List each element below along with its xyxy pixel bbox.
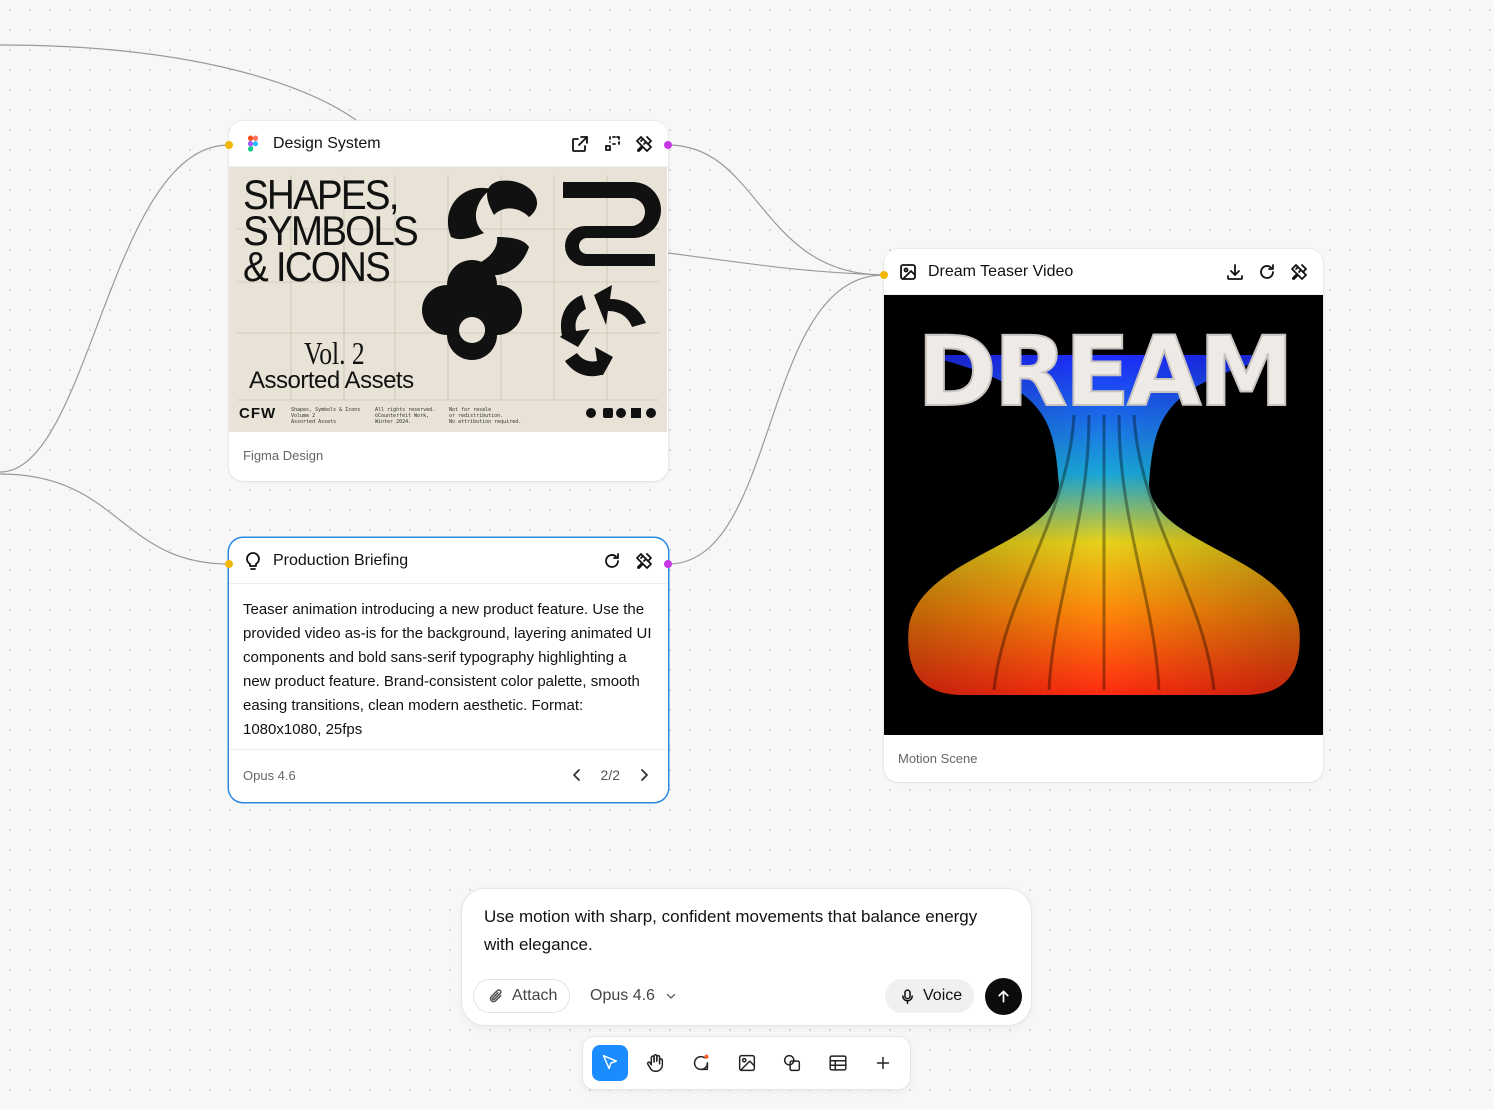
dream-artwork-text: DREAM	[917, 316, 1291, 428]
wire-offscreen-top	[0, 44, 357, 121]
comment-icon	[693, 1054, 709, 1071]
wire-poster-to-dream	[667, 252, 885, 276]
shapes-tool[interactable]	[774, 1045, 810, 1081]
output-port[interactable]	[664, 141, 672, 149]
chevron-down-icon	[661, 986, 681, 1006]
image-icon	[738, 1054, 755, 1072]
wire-design-to-dream	[667, 144, 885, 276]
arrow-up-icon	[998, 990, 1009, 1003]
frame-select-icon[interactable]	[602, 134, 622, 154]
voice-label: Voice	[923, 987, 963, 1004]
input-port[interactable]	[225, 141, 233, 149]
pager-count: 2/2	[600, 767, 620, 783]
arrows-shape	[560, 285, 646, 377]
node-footer: Figma Design	[243, 447, 324, 463]
tools-icon[interactable]	[634, 134, 654, 154]
pager: 2/2	[567, 765, 654, 785]
dream-artwork: DREAM	[908, 315, 1300, 695]
output-port[interactable]	[664, 560, 672, 568]
node-title: Dream Teaser Video	[928, 262, 1074, 280]
dream-teaser-video-node[interactable]: Dream Teaser Video DREAM Motion Scene	[884, 249, 1323, 782]
lightbulb-icon	[243, 551, 263, 571]
cursor-icon	[602, 1054, 617, 1070]
hand-tool[interactable]	[638, 1045, 674, 1081]
hand-icon	[647, 1054, 664, 1072]
image-tool[interactable]	[729, 1045, 765, 1081]
refresh-icon[interactable]	[602, 551, 622, 571]
poster-credits: Not for resale or redistribution. No att…	[449, 407, 522, 425]
plus-icon	[877, 1056, 890, 1070]
loop-shape	[563, 182, 661, 266]
image-icon	[898, 262, 918, 282]
node-header[interactable]: Dream Teaser Video	[884, 249, 1323, 295]
flower-shape	[422, 260, 522, 360]
production-briefing-node[interactable]: Production Briefing Teaser animation int…	[229, 538, 668, 802]
tools-icon[interactable]	[1289, 262, 1309, 282]
wire-briefing-to-dream	[667, 274, 885, 565]
voice-button[interactable]: Voice	[885, 979, 975, 1013]
model-label: Opus 4.6	[243, 767, 296, 783]
model-selector[interactable]: Opus 4.6	[578, 979, 693, 1013]
attach-button[interactable]: Attach	[473, 979, 571, 1013]
canvas-toolbar	[582, 1036, 911, 1090]
node-footer: Motion Scene	[898, 750, 978, 766]
table-tool[interactable]	[820, 1045, 856, 1081]
table-icon	[829, 1055, 847, 1071]
model-selector-label: Opus 4.6	[590, 987, 655, 1004]
send-button[interactable]	[985, 978, 1022, 1015]
poster-brand: CFW	[239, 405, 277, 422]
chevron-right-icon[interactable]	[634, 765, 654, 785]
design-system-node[interactable]: Design System SHAPES, SYMBOLS & ICONS Vo…	[229, 121, 668, 481]
figma-icon	[243, 134, 263, 154]
wire-offscreen-to-briefing	[0, 473, 230, 565]
download-icon[interactable]	[1225, 262, 1245, 282]
refresh-icon[interactable]	[1257, 262, 1277, 282]
wire-offscreen-to-design	[0, 144, 230, 473]
external-link-icon[interactable]	[570, 134, 590, 154]
input-port[interactable]	[225, 560, 233, 568]
design-system-preview[interactable]: SHAPES, SYMBOLS & ICONS Vol. 2 Assorted …	[229, 167, 667, 432]
microphone-icon	[897, 986, 917, 1006]
chat-composer[interactable]: Use motion with sharp, confident movemen…	[461, 888, 1032, 1026]
prompt-input[interactable]: Use motion with sharp, confident movemen…	[484, 903, 1004, 959]
comment-tool[interactable]	[683, 1045, 719, 1081]
node-header[interactable]: Production Briefing	[229, 538, 668, 584]
poster-headline-line: & ICONS	[243, 243, 391, 290]
shapes-icon	[784, 1054, 801, 1072]
paperclip-icon	[486, 986, 506, 1006]
node-title: Production Briefing	[273, 551, 409, 569]
briefing-body: Teaser animation introducing a new produ…	[229, 584, 668, 750]
chevron-left-icon[interactable]	[567, 765, 587, 785]
input-port[interactable]	[880, 271, 888, 279]
select-tool[interactable]	[592, 1045, 628, 1081]
poster-credits: All rights reserved. ©Counterfeit Work, …	[375, 407, 436, 425]
add-tool[interactable]	[865, 1045, 901, 1081]
node-footer: Opus 4.6 2/2	[229, 750, 668, 800]
tools-icon[interactable]	[634, 551, 654, 571]
poster-headline: SHAPES, SYMBOLS & ICONS	[243, 174, 419, 290]
node-header[interactable]: Design System	[229, 121, 668, 167]
poster-credits: Shapes, Symbols & Icons Volume 2 Assorte…	[291, 407, 361, 425]
attach-label: Attach	[512, 987, 558, 1004]
swirl-shape	[447, 180, 538, 276]
poster-subtitle: Assorted Assets	[249, 367, 414, 394]
node-title: Design System	[273, 134, 381, 152]
dream-video-preview[interactable]: DREAM	[884, 295, 1323, 735]
